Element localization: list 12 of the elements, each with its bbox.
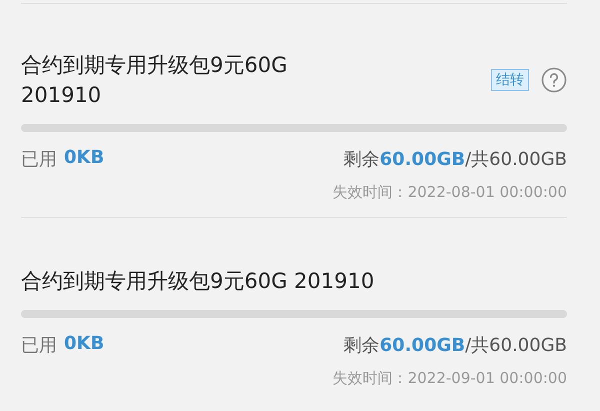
- remaining-total-text: 剩余60.00GB/共60.00GB: [344, 334, 567, 357]
- help-icon[interactable]: [541, 67, 567, 93]
- expiry-time: 失效时间：2022-09-01 00:00:00: [332, 369, 567, 388]
- used-label: 已用: [21, 334, 57, 357]
- carry-over-tag: 结转: [491, 69, 529, 91]
- expiry-time: 失效时间：2022-08-01 00:00:00: [332, 183, 567, 202]
- used-amount: 0KB: [64, 147, 104, 170]
- used-amount: 0KB: [64, 333, 104, 356]
- used-label: 已用: [21, 148, 57, 171]
- package-title: 合约到期专用升级包9元60G 201910: [21, 268, 376, 295]
- remaining-total-text: 剩余60.00GB/共60.00GB: [344, 148, 567, 171]
- package-title: 合约到期专用升级包9元60G 201910: [21, 52, 288, 109]
